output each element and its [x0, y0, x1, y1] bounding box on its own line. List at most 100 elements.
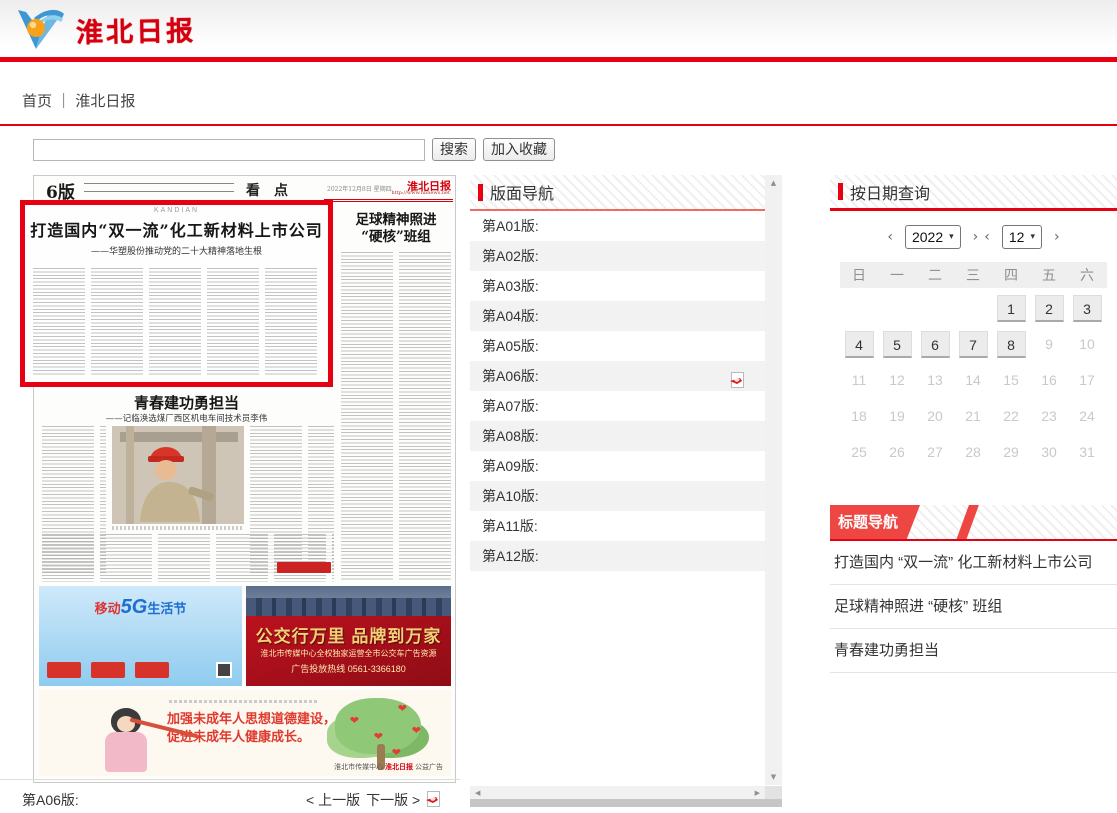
weekday-label: 二 — [916, 262, 954, 288]
breadcrumb-home-link[interactable]: 首页 — [22, 93, 52, 110]
page-nav-item[interactable]: 第A11版: — [470, 511, 765, 541]
page-nav-item-label: 第A04版: — [482, 308, 539, 324]
pdf-icon[interactable] — [730, 372, 745, 388]
preview-paper-url: http://www.hbnews.net — [391, 190, 450, 196]
ad-bus-brand: 公交行万里 品牌到万家 淮北市传媒中心全权独家运营全市公交车广告资源 广告投放热… — [246, 586, 451, 686]
footer-bar: 第A06版: < 上一版 下一版 > — [0, 788, 460, 812]
weekday-label: 四 — [992, 262, 1030, 288]
scroll-right-icon[interactable]: ▶ — [755, 789, 760, 797]
search-bar: 搜索 加入收藏 — [33, 138, 555, 161]
chevron-down-icon: ▾ — [1030, 231, 1035, 242]
page-nav-item-label: 第A03版: — [482, 278, 539, 294]
calendar-day[interactable]: 6 — [916, 326, 954, 362]
calendar-day[interactable]: 5 — [878, 326, 916, 362]
calendar-grid: 1234567891011121314151617181920212223242… — [840, 290, 1107, 470]
calendar-day: 23 — [1030, 398, 1068, 434]
scroll-left-icon[interactable]: ◀ — [475, 789, 480, 797]
calendar-day[interactable]: 3 — [1068, 290, 1106, 326]
heart-icon: ❤ — [412, 724, 421, 737]
newspaper-page-preview[interactable]: 6版 看点 2022年12月8日 星期四 淮北日报 http://www.hbn… — [33, 175, 456, 783]
month-select[interactable]: 12 ▾ — [1002, 225, 1042, 249]
add-favorite-button[interactable]: 加入收藏 — [483, 138, 555, 161]
breadcrumb-current-link[interactable]: 淮北日报 — [75, 93, 135, 110]
horizontal-scrollbar-thumb[interactable] — [470, 799, 782, 807]
preview-date: 2022年12月8日 星期四 — [327, 184, 392, 193]
page-nav-item[interactable]: 第A07版: — [470, 391, 765, 421]
prev-page-link[interactable]: < 上一版 — [306, 790, 360, 810]
right-article-title: 足球精神照进 “硬核”班组 — [341, 212, 451, 246]
calendar-day[interactable]: 4 — [840, 326, 878, 362]
scroll-up-icon[interactable]: ▲ — [771, 179, 776, 187]
heart-icon: ❤ — [374, 730, 383, 743]
weekday-label: 一 — [878, 262, 916, 288]
page-nav-item-label: 第A06版: — [482, 368, 539, 384]
calendar-day: 11 — [840, 362, 878, 398]
qr-code — [216, 662, 232, 678]
site-logo[interactable]: 淮北日报 — [12, 6, 196, 52]
ad-blue-blocks — [47, 662, 169, 678]
ad-public-service: 加强未成年人思想道德建设， 促进未成年人健康成长。 ❤ ❤ ❤ ❤ ❤ 淮北市传… — [39, 690, 451, 776]
calendar-day[interactable]: 7 — [954, 326, 992, 362]
title-nav-header: 标题导航 — [830, 505, 1117, 541]
newspaper-swoosh-icon — [12, 6, 72, 52]
vertical-scrollbar[interactable]: ▲ ▼ — [765, 175, 782, 785]
scrollbar-corner — [765, 786, 782, 799]
psa-text: 加强未成年人思想道德建设， 促进未成年人健康成长。 — [167, 710, 336, 746]
page-nav-item-label: 第A07版: — [482, 398, 539, 414]
page-nav-item[interactable]: 第A05版: — [470, 331, 765, 361]
page-nav-item[interactable]: 第A02版: — [470, 241, 765, 271]
calendar-day: 20 — [916, 398, 954, 434]
calendar-day: 30 — [1030, 434, 1068, 470]
pdf-icon[interactable] — [426, 791, 441, 807]
calendar-day[interactable]: 8 — [992, 326, 1030, 362]
footer-pdf-slot — [426, 791, 441, 810]
calendar-day: 25 — [840, 434, 878, 470]
heart-icon: ❤ — [350, 714, 359, 727]
calendar-weekday-row: 日一二三四五六 — [840, 262, 1107, 288]
page-nav-item[interactable]: 第A06版: — [470, 361, 765, 391]
title-nav-item[interactable]: 打造国内 “双一流” 化工新材料上市公司 — [830, 541, 1117, 585]
highlighted-article[interactable]: KANDIAN 打造国内“双一流”化工新材料上市公司 ——华塑股份推动党的二十大… — [20, 200, 333, 387]
next-month-arrow[interactable]: › — [1048, 229, 1066, 245]
heart-icon: ❤ — [398, 702, 407, 715]
page-nav-item[interactable]: 第A03版: — [470, 271, 765, 301]
page-nav-item-label: 第A08版: — [482, 428, 539, 444]
page-nav-item[interactable]: 第A08版: — [470, 421, 765, 451]
right-article-body-texture — [341, 252, 451, 582]
calendar-day: 19 — [878, 398, 916, 434]
page-nav-item-label: 第A02版: — [482, 248, 539, 264]
calendar-day: 12 — [878, 362, 916, 398]
main-article-body-texture — [33, 268, 320, 376]
middle-article-title: 青春建功勇担当 — [39, 392, 334, 413]
page-nav-item[interactable]: 第A09版: — [470, 451, 765, 481]
section-subtitle: KANDIAN — [25, 207, 328, 214]
prev-month-arrow[interactable]: ‹ — [984, 229, 996, 245]
search-button[interactable]: 搜索 — [432, 138, 476, 161]
horizontal-scrollbar[interactable]: ◀ ▶ — [470, 786, 765, 799]
page-nav-item[interactable]: 第A12版: — [470, 541, 765, 571]
page-nav-item-label: 第A10版: — [482, 488, 539, 504]
psa-footer-right: 公益广告 — [415, 764, 443, 771]
calendar-day: 18 — [840, 398, 878, 434]
page-nav-item[interactable]: 第A10版: — [470, 481, 765, 511]
psa-line1: 加强未成年人思想道德建设， — [167, 710, 336, 728]
title-nav-item[interactable]: 青春建功勇担当 — [830, 629, 1117, 673]
next-year-arrow[interactable]: › — [967, 229, 979, 245]
page-nav-item-label: 第A11版: — [482, 518, 538, 534]
calendar-day: 29 — [992, 434, 1030, 470]
title-nav-item[interactable]: 足球精神照进 “硬核” 班组 — [830, 585, 1117, 629]
calendar-day[interactable]: 1 — [992, 290, 1030, 326]
weekday-label: 五 — [1030, 262, 1068, 288]
page-nav-item[interactable]: 第A01版: — [470, 211, 765, 241]
next-page-link[interactable]: 下一版 > — [366, 790, 420, 810]
prev-year-arrow[interactable]: ‹ — [881, 229, 899, 245]
date-query-header: 按日期查询 — [830, 175, 1117, 211]
breadcrumb: 首页 ｜ 淮北日报 — [22, 90, 135, 111]
calendar-day[interactable]: 2 — [1030, 290, 1068, 326]
calendar-day: 17 — [1068, 362, 1106, 398]
search-input[interactable] — [33, 139, 425, 161]
page-nav-item[interactable]: 第A04版: — [470, 301, 765, 331]
year-select[interactable]: 2022 ▾ — [905, 225, 961, 249]
main-article-title: 打造国内“双一流”化工新材料上市公司 — [25, 217, 328, 241]
scroll-down-icon[interactable]: ▼ — [771, 773, 776, 781]
